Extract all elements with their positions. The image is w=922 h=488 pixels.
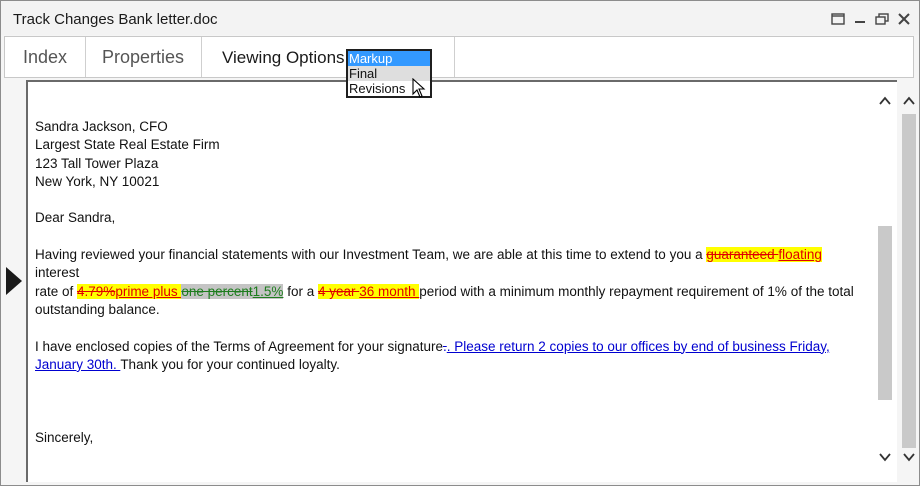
scroll-up-icon[interactable] <box>879 94 891 106</box>
left-gutter <box>4 80 26 482</box>
option-markup[interactable]: Markup <box>348 51 430 66</box>
paragraph-rate: Having reviewed your financial statement… <box>35 246 855 283</box>
pointer-cursor-icon <box>412 77 426 103</box>
tracked-change-highlight: 4.79%prime plus <box>77 283 182 299</box>
scroll-thumb[interactable] <box>902 114 916 448</box>
text-run: outstanding balance. <box>35 301 160 317</box>
current-line-arrow-icon <box>4 266 24 301</box>
address-line: Sandra Jackson, CFO <box>35 119 168 134</box>
tab-properties[interactable]: Properties <box>85 37 202 77</box>
deletion: 4 year <box>317 283 360 299</box>
scroll-down-icon[interactable] <box>903 450 915 462</box>
text-run: period with a minimum monthly repayment … <box>419 283 854 299</box>
text-run: Having reviewed your financial statement… <box>35 247 707 263</box>
deletion: one percent <box>181 283 253 299</box>
title-bar: Track Changes Bank letter.doc <box>1 1 919 35</box>
greeting: Dear Sandra, <box>35 210 116 226</box>
letter-body: Sandra Jackson, CFO Largest State Real E… <box>35 118 855 447</box>
deletion: guaranteed <box>706 247 779 263</box>
minimize-icon[interactable] <box>851 10 869 28</box>
window-controls <box>829 10 913 28</box>
window-title: Track Changes Bank letter.doc <box>13 11 218 28</box>
close-icon[interactable] <box>895 10 913 28</box>
text-run: rate of <box>35 283 78 299</box>
address-line: Largest State Real Estate Firm <box>35 137 220 153</box>
insertion: prime plus <box>115 283 182 299</box>
paragraph-rate-cont: rate of 4.79%prime plus one percent1.5% … <box>35 283 855 301</box>
text-run: for a <box>283 283 318 299</box>
paragraph-enclosure: I have enclosed copies of the Terms of A… <box>35 338 855 356</box>
document-scrollbar[interactable] <box>876 94 894 468</box>
pane-scrollbar[interactable] <box>900 94 918 468</box>
maximize-icon[interactable] <box>873 10 891 28</box>
tracked-change-highlight: 4 year 36 month <box>317 283 420 299</box>
insertion: floating <box>778 247 822 263</box>
insertion: 1.5% <box>252 283 284 299</box>
closing: Sincerely, <box>35 430 94 446</box>
insertion: . Please return 2 copies to our offices … <box>446 338 830 354</box>
deletion: 4.79% <box>77 283 116 299</box>
scroll-down-icon[interactable] <box>879 450 891 462</box>
viewing-options-label: Viewing Options: <box>222 48 350 67</box>
scroll-thumb[interactable] <box>878 226 892 400</box>
address-line: 123 Tall Tower Plaza <box>35 155 159 171</box>
scroll-up-icon[interactable] <box>903 94 915 106</box>
text-run: I have enclosed copies of the Terms of A… <box>35 338 443 354</box>
tab-bar: Index Properties Viewing Options: <box>4 36 914 78</box>
tab-index[interactable]: Index <box>5 37 86 77</box>
restore-icon[interactable] <box>829 10 847 28</box>
tracked-change-highlight-gray: one percent1.5% <box>181 283 284 299</box>
document-area[interactable]: Sandra Jackson, CFO Largest State Real E… <box>26 80 897 482</box>
insertion: 36 month <box>359 283 420 299</box>
text-run: interest <box>35 265 80 281</box>
insertion: January 30th. <box>35 356 121 372</box>
tracked-change-highlight: guaranteed floating <box>706 247 822 263</box>
paragraph-enclosure-cont: January 30th. Thank you for your continu… <box>35 356 855 374</box>
text-run: Thank you for your continued loyalty. <box>120 356 340 372</box>
address-line: New York, NY 10021 <box>35 173 160 189</box>
